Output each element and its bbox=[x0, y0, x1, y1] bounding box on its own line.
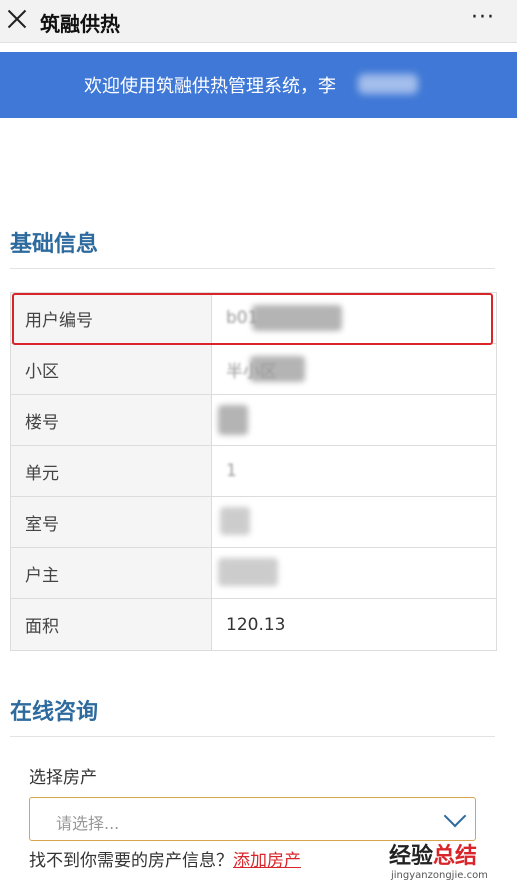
hint-text: 找不到你需要的房产信息？ bbox=[29, 851, 233, 871]
room-label: 室号 bbox=[11, 497, 212, 547]
close-icon[interactable] bbox=[4, 6, 30, 32]
unit-text: 1 bbox=[226, 461, 237, 481]
area-label: 面积 bbox=[11, 599, 212, 650]
watermark-black: 经验 bbox=[389, 844, 434, 869]
owner-value bbox=[212, 548, 496, 598]
section-divider bbox=[10, 736, 495, 737]
owner-label: 户主 bbox=[11, 548, 212, 598]
more-icon[interactable]: ··· bbox=[471, 7, 495, 29]
select-placeholder: 请选择... bbox=[56, 814, 120, 833]
table-row: 面积 120.13 bbox=[11, 599, 496, 650]
redaction-smudge bbox=[218, 405, 248, 435]
table-row: 小区 半小区 bbox=[11, 344, 496, 395]
table-row: 单元 1 bbox=[11, 446, 496, 497]
table-row: 室号 bbox=[11, 497, 496, 548]
table-row: 户主 bbox=[11, 548, 496, 599]
redaction-smudge bbox=[220, 507, 250, 535]
title-bar: 筑融供热 ··· bbox=[0, 0, 517, 43]
watermark-main: 经验总结 bbox=[389, 838, 477, 870]
app-title: 筑融供热 bbox=[40, 12, 120, 36]
welcome-banner: 欢迎使用筑融供热管理系统，李 bbox=[0, 52, 517, 118]
redaction-smudge bbox=[218, 558, 278, 586]
community-label: 小区 bbox=[11, 344, 212, 394]
redaction-smudge bbox=[250, 356, 305, 382]
select-property-label: 选择房产 bbox=[29, 768, 97, 788]
building-label: 楼号 bbox=[11, 395, 212, 445]
redacted-username bbox=[358, 74, 418, 94]
basic-info-table: 用户编号 b01 小区 半小区 楼号 单元 1 室号 户主 bbox=[10, 292, 497, 651]
consult-title: 在线咨询 bbox=[10, 700, 99, 725]
table-row: 楼号 bbox=[11, 395, 496, 446]
unit-label: 单元 bbox=[11, 446, 212, 496]
watermark-url: jingyanzongjie.com bbox=[391, 870, 488, 881]
basic-info-title: 基础信息 bbox=[10, 232, 99, 257]
watermark-logo: 经验总结 jingyanzongjie.com bbox=[389, 838, 514, 886]
chevron-down-icon bbox=[443, 804, 467, 828]
watermark-red: 总结 bbox=[433, 844, 478, 869]
add-property-link[interactable]: 添加房产 bbox=[233, 851, 301, 871]
section-divider bbox=[10, 268, 495, 269]
highlight-box bbox=[12, 293, 493, 345]
area-value: 120.13 bbox=[226, 614, 286, 635]
building-value bbox=[212, 395, 496, 445]
missing-property-hint: 找不到你需要的房产信息？添加房产 bbox=[29, 846, 301, 871]
unit-value: 1 bbox=[212, 446, 496, 496]
welcome-text: 欢迎使用筑融供热管理系统，李 bbox=[84, 76, 336, 97]
community-value: 半小区 bbox=[212, 344, 496, 394]
property-select[interactable]: 请选择... bbox=[29, 797, 476, 841]
room-value bbox=[212, 497, 496, 547]
